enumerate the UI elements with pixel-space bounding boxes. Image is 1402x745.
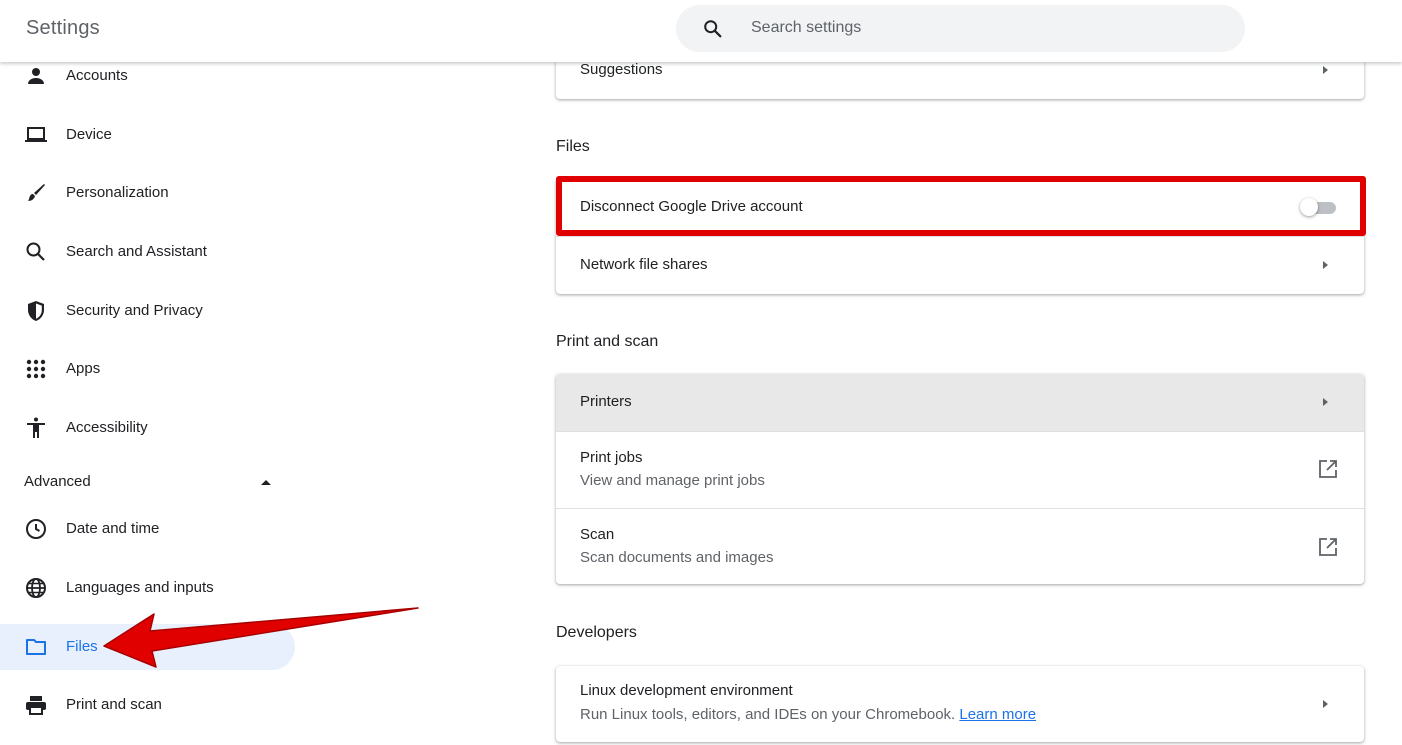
sidebar-item-label: Print and scan	[66, 696, 162, 713]
print-scan-card: Printers Print jobs View and manage prin…	[556, 374, 1364, 584]
laptop-icon	[25, 127, 47, 142]
sidebar-item-label: Accounts	[66, 67, 128, 84]
sidebar-item-date-time[interactable]: Date and time	[0, 506, 295, 552]
shield-icon	[28, 301, 44, 321]
row-title: Scan	[580, 526, 615, 543]
sidebar-item-label: Personalization	[66, 184, 169, 201]
apps-grid-icon	[26, 359, 46, 379]
scan-row[interactable]: Scan Scan documents and images	[556, 508, 1364, 584]
sidebar-item-label: Files	[66, 638, 98, 655]
search-icon	[704, 20, 722, 38]
sidebar-item-accessibility[interactable]: Accessibility	[0, 405, 295, 451]
learn-more-link[interactable]: Learn more	[959, 706, 1036, 723]
row-subtitle: Run Linux tools, editors, and IDEs on yo…	[580, 706, 1036, 723]
sidebar-item-label: Languages and inputs	[66, 579, 214, 596]
row-title: Printers	[580, 393, 632, 410]
disconnect-drive-row[interactable]: Disconnect Google Drive account	[556, 178, 1364, 236]
arrow-right-icon	[1323, 700, 1328, 708]
print-jobs-row[interactable]: Print jobs View and manage print jobs	[556, 431, 1364, 508]
app-title: Settings	[26, 17, 100, 39]
search-bar[interactable]: Search settings	[676, 5, 1245, 52]
sidebar: Accounts Device Personalization Search a…	[0, 46, 300, 745]
sidebar-item-files[interactable]: Files	[0, 624, 295, 670]
row-subtitle: Scan documents and images	[580, 549, 774, 566]
developers-section-title: Developers	[556, 624, 637, 641]
disconnect-drive-toggle[interactable]	[1300, 198, 1336, 216]
developers-card: Linux development environment Run Linux …	[556, 666, 1364, 742]
row-subtitle: View and manage print jobs	[580, 472, 765, 489]
row-title: Disconnect Google Drive account	[580, 198, 803, 215]
sidebar-item-label: Search and Assistant	[66, 243, 207, 260]
sidebar-item-label: Apps	[66, 360, 101, 377]
search-icon	[26, 242, 45, 261]
row-title: Suggestions	[580, 61, 663, 78]
print-scan-section-title: Print and scan	[556, 333, 659, 350]
clock-icon	[26, 519, 46, 539]
arrow-right-icon	[1323, 66, 1328, 74]
settings-header: Settings Search settings	[0, 0, 1402, 62]
printers-row[interactable]: Printers	[556, 374, 1364, 431]
toggle-knob	[1300, 198, 1318, 216]
linux-dev-env-row[interactable]: Linux development environment Run Linux …	[556, 666, 1364, 742]
row-title: Linux development environment	[580, 682, 793, 699]
sidebar-item-security-privacy[interactable]: Security and Privacy	[0, 288, 295, 334]
advanced-section-toggle[interactable]: Advanced	[0, 468, 295, 496]
files-card: Disconnect Google Drive account Network …	[556, 178, 1364, 294]
open-external-icon	[1319, 460, 1337, 478]
arrow-right-icon	[1323, 398, 1328, 406]
network-file-shares-row[interactable]: Network file shares	[556, 236, 1364, 294]
sidebar-item-apps[interactable]: Apps	[0, 346, 295, 392]
caret-up-icon	[261, 480, 271, 485]
accessibility-icon	[27, 417, 45, 438]
search-input[interactable]: Search settings	[751, 19, 861, 37]
sidebar-item-languages[interactable]: Languages and inputs	[0, 565, 295, 611]
sidebar-item-print-scan[interactable]: Print and scan	[0, 682, 295, 728]
files-section-title: Files	[556, 138, 590, 155]
sidebar-item-search-assistant[interactable]: Search and Assistant	[0, 229, 295, 275]
advanced-label: Advanced	[24, 473, 91, 490]
sidebar-item-label: Security and Privacy	[66, 302, 203, 319]
row-title: Print jobs	[580, 449, 643, 466]
person-icon	[28, 68, 44, 84]
folder-icon	[26, 639, 46, 655]
open-external-icon	[1319, 538, 1337, 556]
globe-icon	[26, 578, 46, 598]
row-title: Network file shares	[580, 256, 708, 273]
printer-icon	[26, 696, 46, 715]
sidebar-item-label: Date and time	[66, 520, 160, 537]
sidebar-item-personalization[interactable]: Personalization	[0, 170, 295, 216]
linux-subtitle-text: Run Linux tools, editors, and IDEs on yo…	[580, 706, 956, 723]
sidebar-item-label: Device	[66, 126, 112, 143]
brush-icon	[28, 184, 45, 201]
sidebar-item-device[interactable]: Device	[0, 112, 295, 158]
sidebar-item-label: Accessibility	[66, 419, 148, 436]
arrow-right-icon	[1323, 261, 1328, 269]
